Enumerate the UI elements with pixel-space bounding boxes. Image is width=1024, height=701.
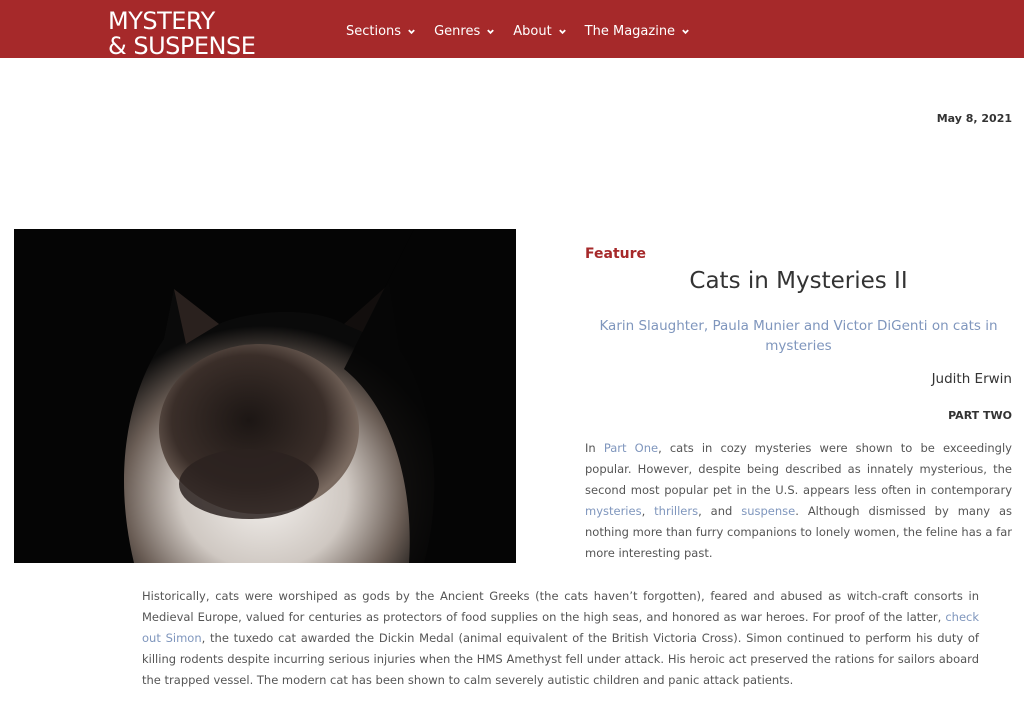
body-text-2: , the tuxedo cat awarded the Dickin Meda…	[142, 631, 979, 687]
thrillers-link[interactable]: thrillers	[654, 504, 698, 518]
nav-about[interactable]: About	[513, 24, 566, 39]
article-date: May 8, 2021	[936, 112, 1012, 125]
site-header: MYSTERY & SUSPENSE Sections Genres About…	[0, 0, 1024, 58]
article-title: Cats in Mysteries II	[689, 268, 908, 294]
nav-sections[interactable]: Sections	[346, 24, 416, 39]
body-paragraph: Historically, cats were worshiped as god…	[142, 586, 979, 691]
logo-line-1: MYSTERY	[108, 7, 215, 35]
body-text-1: Historically, cats were worshiped as god…	[142, 589, 979, 624]
article-author: Judith Erwin	[931, 371, 1012, 387]
part-one-link[interactable]: Part One	[604, 441, 658, 455]
logo-line-2: & SUSPENSE	[108, 32, 256, 58]
hero-cat-image	[14, 229, 516, 563]
intro-text-3: ,	[641, 504, 655, 518]
site-logo[interactable]: MYSTERY & SUSPENSE	[108, 6, 278, 58]
intro-text-4: , and	[698, 504, 742, 518]
article-category: Feature	[585, 246, 646, 262]
cat-illustration	[14, 229, 516, 563]
mysteries-link[interactable]: mysteries	[585, 504, 642, 518]
article-subtitle: Karin Slaughter, Paula Munier and Victor…	[599, 318, 998, 354]
nav-the-magazine-label: The Magazine	[584, 24, 676, 39]
nav-genres-label: Genres	[434, 24, 481, 39]
main-nav: Sections Genres About The Magazine	[346, 24, 690, 39]
chevron-down-icon	[682, 29, 689, 35]
intro-text-1: In	[585, 441, 604, 455]
chevron-down-icon	[558, 29, 566, 35]
nav-genres[interactable]: Genres	[434, 24, 495, 39]
nav-about-label: About	[513, 24, 552, 39]
nav-the-magazine[interactable]: The Magazine	[585, 24, 690, 39]
intro-paragraph: In Part One, cats in cozy mysteries were…	[585, 438, 1012, 564]
chevron-down-icon	[408, 29, 415, 35]
article-part-label: PART TWO	[948, 409, 1012, 422]
nav-sections-label: Sections	[346, 24, 402, 39]
chevron-down-icon	[487, 29, 495, 35]
suspense-link[interactable]: suspense	[741, 504, 795, 518]
